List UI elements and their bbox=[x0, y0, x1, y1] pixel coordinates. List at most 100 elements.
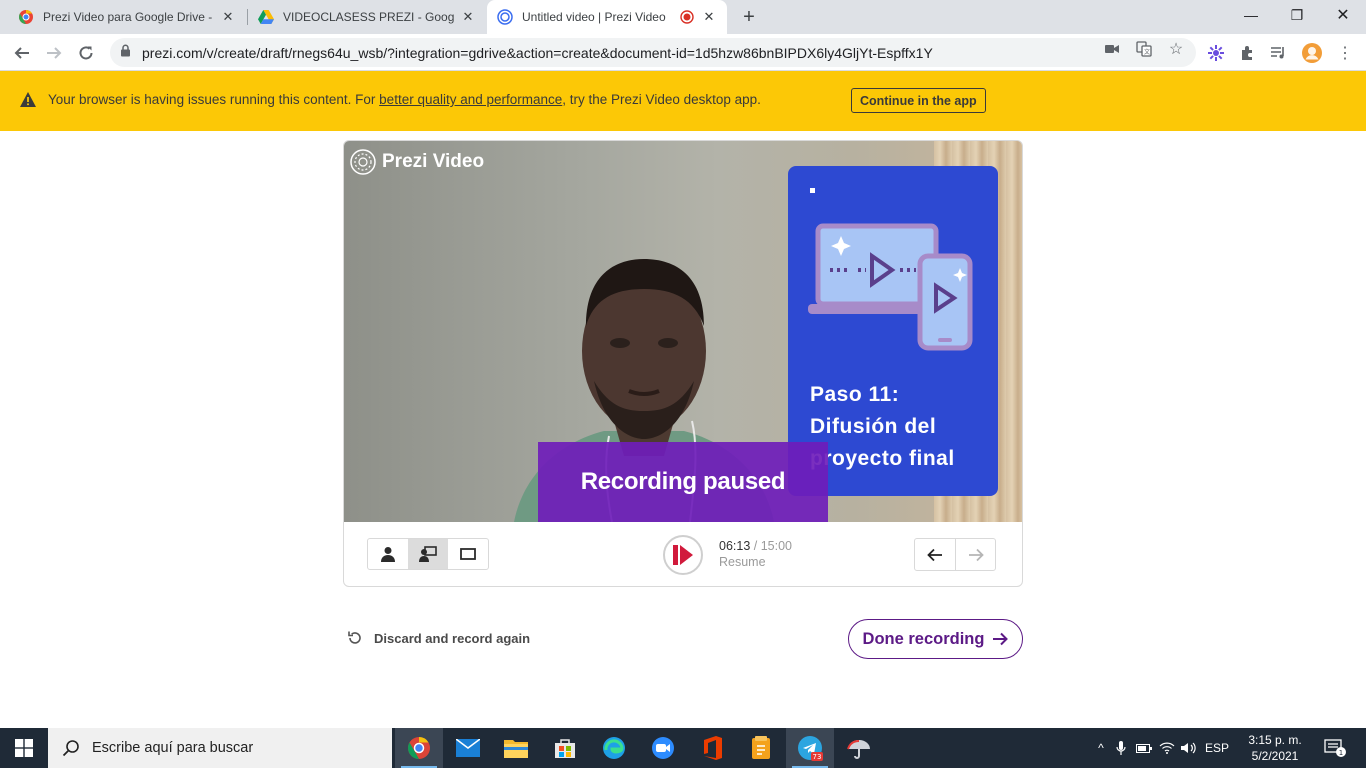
volume-icon[interactable] bbox=[1178, 742, 1200, 754]
taskbar-file-explorer[interactable] bbox=[492, 728, 540, 768]
prezi-logo-text: Prezi Video bbox=[382, 151, 485, 172]
recording-status: Resume bbox=[719, 555, 766, 569]
layout-selector bbox=[367, 538, 489, 570]
video-preview: Prezi Video Paso 11: Difusión del proyec… bbox=[344, 141, 1022, 522]
previous-slide-button[interactable] bbox=[915, 539, 955, 570]
arrow-left-icon bbox=[927, 548, 942, 561]
layout-presenter-only-button[interactable] bbox=[368, 539, 408, 569]
minimize-icon[interactable]: — bbox=[1228, 0, 1274, 30]
system-tray: ^ ESP bbox=[1092, 728, 1234, 768]
telegram-badge: 73 bbox=[813, 753, 822, 761]
prezi-logo-icon bbox=[350, 149, 376, 175]
banner-message: Your browser is having issues running th… bbox=[48, 92, 761, 107]
restore-icon[interactable]: ❐ bbox=[1274, 0, 1320, 30]
tab-untitled-video[interactable]: Untitled video | Prezi Video ✕ bbox=[487, 0, 727, 34]
store-icon bbox=[555, 739, 575, 758]
windows-start-button[interactable] bbox=[0, 728, 48, 768]
person-with-screen-icon bbox=[419, 546, 437, 562]
prezi-icon bbox=[497, 9, 513, 25]
battery-icon[interactable] bbox=[1132, 743, 1156, 753]
profile-avatar[interactable] bbox=[1301, 42, 1323, 64]
taskbar-search-box[interactable]: Escribe aquí para buscar bbox=[48, 728, 392, 768]
office-icon bbox=[704, 736, 722, 760]
camera-icon[interactable] bbox=[1104, 41, 1120, 57]
extensions-icon[interactable] bbox=[1237, 42, 1259, 64]
chrome-icon bbox=[408, 737, 430, 759]
video-devices-illustration bbox=[808, 223, 973, 351]
tab-prezi-drive[interactable]: Prezi Video para Google Drive - C ✕ bbox=[8, 0, 246, 34]
next-slide-button[interactable] bbox=[955, 539, 995, 570]
total-time: / 15:00 bbox=[753, 539, 792, 553]
continue-in-app-button[interactable]: Continue in the app bbox=[851, 88, 986, 113]
warning-icon bbox=[20, 92, 36, 108]
layout-content-only-button[interactable] bbox=[448, 539, 488, 569]
new-tab-button[interactable]: + bbox=[738, 6, 760, 28]
taskbar-store[interactable] bbox=[541, 728, 589, 768]
zoom-icon bbox=[652, 737, 674, 759]
wifi-icon[interactable] bbox=[1156, 742, 1178, 754]
clock-time: 3:15 p. m. bbox=[1248, 733, 1302, 747]
notification-count: 1 bbox=[1339, 749, 1343, 757]
taskbar-cloud-app[interactable] bbox=[835, 728, 883, 768]
bookmark-star-icon[interactable]: ☆ bbox=[1168, 41, 1184, 58]
tab-strip: Prezi Video para Google Drive - C ✕ VIDE… bbox=[0, 0, 1366, 34]
taskbar-mail[interactable] bbox=[444, 728, 492, 768]
edge-icon bbox=[603, 737, 625, 759]
mail-icon bbox=[456, 739, 480, 757]
arrow-right-icon bbox=[968, 548, 984, 561]
recording-paused-overlay: Recording paused bbox=[538, 442, 828, 522]
translate-icon[interactable]: 文 bbox=[1136, 41, 1152, 57]
done-recording-button[interactable]: Done recording bbox=[848, 619, 1023, 659]
close-window-icon[interactable]: ✕ bbox=[1320, 0, 1366, 30]
prezi-video-watermark: Prezi Video bbox=[350, 149, 484, 175]
resume-recording-button[interactable] bbox=[663, 535, 703, 575]
tab-title: Untitled video | Prezi Video bbox=[522, 10, 666, 24]
arrow-right-icon bbox=[993, 632, 1009, 646]
umbrella-cloud-icon bbox=[847, 740, 870, 759]
taskbar-notes-app[interactable] bbox=[737, 728, 785, 768]
notification-icon: 1 bbox=[1324, 739, 1346, 757]
extension-puzzle-color-icon[interactable] bbox=[1205, 42, 1227, 64]
notification-center-button[interactable]: 1 bbox=[1322, 728, 1348, 768]
banner-link[interactable]: better quality and performance bbox=[379, 92, 562, 107]
url-text: prezi.com/v/create/draft/rnegs64u_wsb/?i… bbox=[142, 44, 933, 61]
banner-text-prefix: Your browser is having issues running th… bbox=[48, 92, 380, 107]
discard-label: Discard and record again bbox=[374, 630, 531, 646]
lock-icon[interactable] bbox=[120, 44, 131, 62]
taskbar-edge[interactable] bbox=[590, 728, 638, 768]
taskbar-telegram[interactable]: 73 bbox=[786, 728, 834, 768]
elapsed-time: 06:13 bbox=[719, 539, 751, 553]
address-bar[interactable]: prezi.com/v/create/draft/rnegs64u_wsb/?i… bbox=[110, 38, 1196, 67]
redo-circular-icon bbox=[348, 631, 361, 644]
close-icon[interactable]: ✕ bbox=[701, 9, 717, 25]
chrome-drive-icon bbox=[18, 9, 34, 25]
search-placeholder: Escribe aquí para buscar bbox=[92, 740, 254, 756]
tab-videoclasess[interactable]: VIDEOCLASESS PREZI - Google Dr ✕ bbox=[248, 0, 486, 34]
recorder-controls: 06:13 / 15:00 Resume bbox=[344, 522, 1022, 586]
slide-dot bbox=[810, 188, 815, 193]
taskbar-zoom[interactable] bbox=[639, 728, 687, 768]
taskbar-office[interactable] bbox=[688, 728, 736, 768]
slide-heading: Paso 11: Difusión del proyecto final bbox=[810, 379, 990, 475]
search-icon bbox=[62, 740, 79, 757]
media-control-icon[interactable] bbox=[1268, 42, 1290, 64]
screen-icon bbox=[460, 548, 476, 560]
language-indicator[interactable]: ESP bbox=[1200, 741, 1234, 755]
taskbar-chrome[interactable] bbox=[395, 728, 443, 768]
close-icon[interactable]: ✕ bbox=[460, 9, 476, 25]
svg-text:文: 文 bbox=[1144, 48, 1150, 56]
clock-date: 5/2/2021 bbox=[1251, 749, 1299, 763]
taskbar-clock[interactable]: 3:15 p. m. 5/2/2021 bbox=[1240, 732, 1310, 764]
layout-presenter-with-content-button[interactable] bbox=[408, 539, 448, 569]
discard-and-record-again-button[interactable]: Discard and record again bbox=[346, 629, 530, 647]
menu-kebab-icon[interactable]: ⋮ bbox=[1334, 42, 1356, 64]
forward-icon[interactable] bbox=[40, 39, 68, 67]
show-hidden-icons-icon[interactable]: ^ bbox=[1092, 741, 1110, 755]
slide-heading-line-2: Difusión del bbox=[810, 415, 937, 438]
slide-navigation bbox=[914, 538, 996, 571]
close-icon[interactable]: ✕ bbox=[220, 9, 236, 25]
person-icon bbox=[381, 547, 395, 562]
back-icon[interactable] bbox=[8, 39, 36, 67]
microphone-icon[interactable] bbox=[1110, 741, 1132, 755]
reload-icon[interactable] bbox=[72, 39, 100, 67]
